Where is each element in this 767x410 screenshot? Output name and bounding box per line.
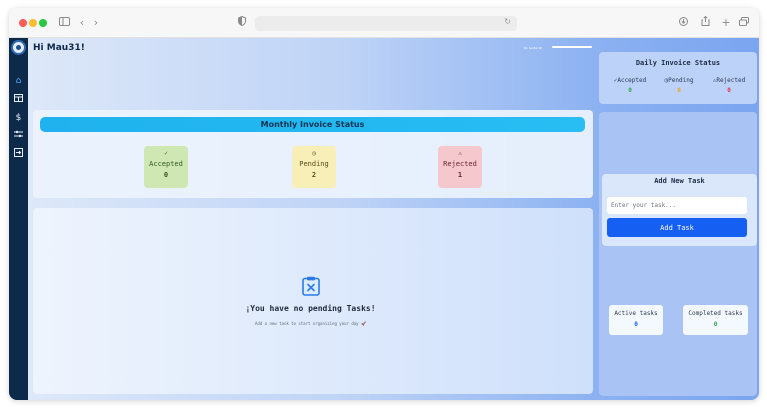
daily-accepted-count: 0 — [628, 87, 632, 94]
completed-tasks-card: Completed tasks 0 — [683, 305, 748, 335]
monthly-invoice-title: Monthly Invoice Status — [40, 117, 585, 132]
browser-toolbar: ‹ › ↻ + — [9, 8, 759, 38]
daily-invoice-card: Daily Invoice Status ✓Accepted 0 ◷Pendin… — [599, 52, 757, 104]
tabs-overview-icon[interactable] — [738, 15, 750, 31]
browser-window: ‹ › ↻ + ⌂ $ Hi Mau31! Ro Sa Ba 90 Monthl… — [9, 8, 759, 400]
new-tab-icon[interactable]: + — [720, 15, 732, 31]
active-tasks-count: 0 — [634, 321, 638, 328]
monthly-rejected-label: Rejected — [443, 160, 477, 168]
daily-pending-label: ◷Pending — [664, 77, 694, 84]
monthly-pending-tile: ◷ Pending 2 — [292, 146, 336, 188]
forward-icon[interactable]: › — [91, 15, 101, 31]
warning-icon: ⚠ — [458, 150, 462, 157]
active-tasks-card: Active tasks 0 — [609, 305, 663, 335]
add-task-title: Add New Task — [654, 177, 705, 185]
clipboard-icon — [302, 276, 320, 296]
greeting: Hi Mau31! — [33, 43, 85, 53]
shield-icon[interactable] — [236, 15, 248, 31]
share-icon[interactable] — [699, 15, 711, 31]
maximize-window-button[interactable] — [39, 19, 47, 27]
topbar-divider — [552, 46, 592, 48]
task-input[interactable] — [607, 197, 747, 214]
app-logo — [11, 40, 26, 55]
monthly-pending-label: Pending — [299, 160, 329, 168]
monthly-rejected-tile: ⚠ Rejected 1 — [438, 146, 482, 188]
monthly-pending-count: 2 — [311, 171, 317, 179]
logout-icon[interactable] — [12, 148, 25, 161]
dashboard: ⌂ $ Hi Mau31! Ro Sa Ba 90 Monthly Invoic… — [9, 38, 759, 400]
active-tasks-label: Active tasks — [614, 310, 658, 317]
daily-rejected: ⚠Rejected 0 — [705, 77, 753, 94]
empty-tasks-title: ¡You have no pending Tasks! — [245, 304, 376, 313]
close-window-button[interactable] — [19, 19, 27, 27]
add-task-card: Add New Task Add Task — [602, 174, 757, 246]
address-bar[interactable]: ↻ — [255, 16, 517, 31]
add-task-button[interactable]: Add Task — [607, 218, 747, 237]
download-icon[interactable] — [677, 15, 689, 31]
reload-icon[interactable]: ↻ — [504, 17, 511, 26]
sidebar-toggle-icon[interactable] — [57, 15, 71, 31]
back-icon[interactable]: ‹ — [77, 15, 87, 31]
monthly-accepted-label: Accepted — [149, 160, 183, 168]
daily-pending: ◷Pending 0 — [657, 77, 701, 94]
monthly-invoice-card: Monthly Invoice Status ✓ Accepted 0 ◷ Pe… — [33, 110, 593, 198]
daily-accepted-label: ✓Accepted — [613, 77, 647, 84]
monthly-accepted-tile: ✓ Accepted 0 — [144, 146, 188, 188]
daily-invoice-title: Daily Invoice Status — [635, 59, 721, 67]
clock-icon: ◷ — [312, 150, 316, 157]
completed-tasks-count: 0 — [713, 321, 718, 328]
table-icon[interactable] — [12, 94, 25, 107]
topbar-label: Ro Sa Ba 90 — [524, 46, 543, 50]
daily-pending-count: 0 — [677, 87, 681, 94]
daily-rejected-label: ⚠Rejected — [712, 77, 746, 84]
minimize-window-button[interactable] — [29, 19, 37, 27]
check-icon: ✓ — [164, 150, 168, 157]
monthly-rejected-count: 1 — [457, 171, 463, 179]
daily-rejected-count: 0 — [727, 87, 731, 94]
invoice-icon[interactable]: $ — [12, 112, 25, 125]
settings-icon[interactable] — [12, 130, 25, 143]
monthly-accepted-count: 0 — [163, 171, 169, 179]
completed-tasks-label: Completed tasks — [688, 310, 743, 317]
task-sidebar: Add New Task Add Task Active tasks 0 Com… — [599, 112, 757, 396]
home-icon[interactable]: ⌂ — [12, 75, 25, 88]
empty-tasks-subtitle: Add a new task to start organizing your … — [255, 321, 366, 326]
tasks-panel: ¡You have no pending Tasks! Add a new ta… — [33, 208, 593, 394]
sidebar: ⌂ $ — [9, 38, 28, 400]
daily-accepted: ✓Accepted 0 — [607, 77, 653, 94]
